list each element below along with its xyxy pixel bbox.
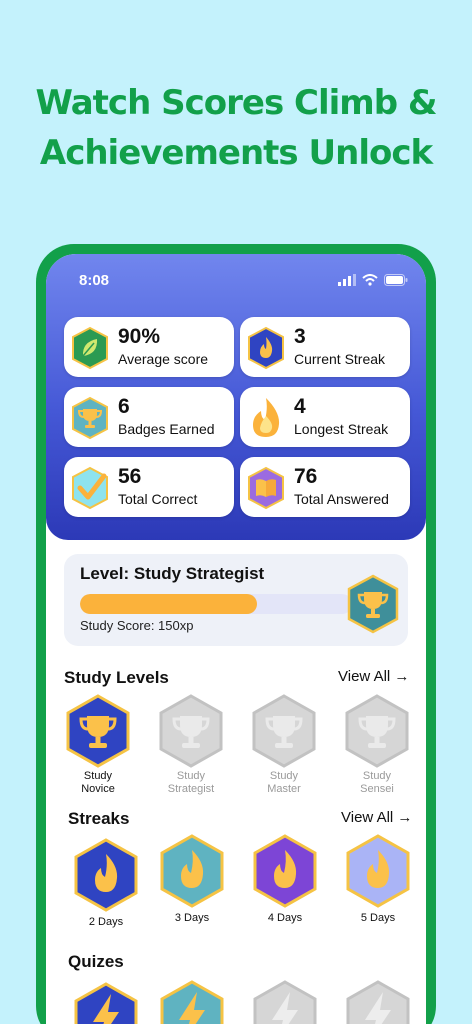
streak-label: 4 Days xyxy=(267,912,303,924)
badge-label-line-1: Study xyxy=(83,770,113,782)
stat-label: Average score xyxy=(118,351,209,367)
stat-value: 3 xyxy=(294,325,306,348)
headline: Watch Scores Climb & Achievements Unlock xyxy=(0,78,472,178)
quiz-badge-4[interactable] xyxy=(344,980,412,1024)
streak-label: 2 Days xyxy=(88,916,124,928)
streak-badge-4-days[interactable]: 4 Days xyxy=(251,834,319,925)
stat-label: Total Correct xyxy=(118,491,198,507)
lightning-icon xyxy=(253,980,317,1024)
flame-icon xyxy=(74,838,138,912)
lightning-icon xyxy=(160,980,224,1024)
trophy-icon xyxy=(347,574,399,634)
stat-card-average-score[interactable]: 90% Average score xyxy=(64,317,234,377)
badge-label-line-2: Sensei xyxy=(360,783,394,795)
trophy-icon xyxy=(159,694,223,768)
badge-label-line-2: Strategist xyxy=(167,783,215,795)
study-level-badge-novice[interactable]: Study Novice xyxy=(64,694,132,796)
stat-value: 56 xyxy=(118,465,142,488)
stat-card-total-answered[interactable]: 76 Total Answered xyxy=(240,457,410,517)
stat-card-badges-earned[interactable]: 6 Badges Earned xyxy=(64,387,234,447)
headline-line-1: Watch Scores Climb & xyxy=(35,83,437,123)
flame-icon xyxy=(248,326,284,370)
status-time: 8:08 xyxy=(79,272,110,289)
stat-label: Longest Streak xyxy=(294,421,389,437)
flame-icon xyxy=(253,398,280,437)
book-icon xyxy=(248,466,284,510)
streak-badge-2-days[interactable]: 2 Days xyxy=(72,838,140,929)
badge-label-line-1: Study xyxy=(176,770,206,782)
battery-icon xyxy=(384,274,408,286)
stat-label: Badges Earned xyxy=(118,421,215,437)
wifi-icon xyxy=(362,274,378,286)
quizzes-title: Quizes xyxy=(68,952,124,971)
streak-badge-5-days[interactable]: 5 Days xyxy=(344,834,412,925)
stat-value: 6 xyxy=(118,395,130,418)
trophy-icon xyxy=(66,694,130,768)
stat-value: 90% xyxy=(118,325,161,348)
study-level-badge-strategist[interactable]: Study Strategist xyxy=(157,694,225,796)
badge-label-line-2: Master xyxy=(267,783,301,795)
trophy-icon xyxy=(345,694,409,768)
study-level-badge-master[interactable]: Study Master xyxy=(250,694,318,796)
level-progress-fill xyxy=(80,594,257,614)
leaf-icon xyxy=(72,326,108,370)
quiz-badge-1[interactable] xyxy=(72,982,140,1024)
streak-label: 5 Days xyxy=(360,912,396,924)
stat-card-longest-streak[interactable]: 4 Longest Streak xyxy=(240,387,410,447)
trophy-icon xyxy=(252,694,316,768)
status-icons xyxy=(338,274,408,286)
stat-card-total-correct[interactable]: 56 Total Correct xyxy=(64,457,234,517)
level-title: Level: Study Strategist xyxy=(80,564,265,583)
signal-icon xyxy=(338,274,356,286)
streaks-title: Streaks xyxy=(68,809,130,828)
badge-label-line-2: Novice xyxy=(81,783,115,795)
stat-label: Total Answered xyxy=(294,491,389,507)
level-card[interactable]: Level: Study Strategist Study Score: 150… xyxy=(64,554,408,646)
stat-card-current-streak[interactable]: 3 Current Streak xyxy=(240,317,410,377)
phone-frame: 8:08 90% Average score 3 Current Streak … xyxy=(36,244,436,1024)
study-levels-view-all-link[interactable]: View All → xyxy=(338,668,409,685)
stat-value: 4 xyxy=(294,395,306,418)
stat-label: Current Streak xyxy=(294,351,386,367)
app-screen: 8:08 90% Average score 3 Current Streak … xyxy=(46,254,426,1024)
checkmark-icon xyxy=(72,466,108,510)
badge-label-line-1: Study xyxy=(362,770,392,782)
level-score: Study Score: 150xp xyxy=(80,618,194,633)
streak-badge-3-days[interactable]: 3 Days xyxy=(158,834,226,925)
flame-icon xyxy=(346,834,410,908)
study-levels-title: Study Levels xyxy=(64,668,169,687)
lightning-icon xyxy=(346,980,410,1024)
flame-icon xyxy=(160,834,224,908)
streak-label: 3 Days xyxy=(174,912,210,924)
stats-header: 8:08 90% Average score 3 Current Streak … xyxy=(46,254,426,540)
badge-label-line-1: Study xyxy=(269,770,299,782)
quiz-badge-3[interactable] xyxy=(251,980,319,1024)
study-level-badge-sensei[interactable]: Study Sensei xyxy=(343,694,411,796)
lightning-icon xyxy=(74,982,138,1024)
flame-icon xyxy=(253,834,317,908)
streaks-view-all-link[interactable]: View All → xyxy=(341,809,412,826)
headline-line-2: Achievements Unlock xyxy=(39,133,433,173)
stat-value: 76 xyxy=(294,465,318,488)
level-progress-bar xyxy=(80,594,352,614)
quiz-badge-2[interactable] xyxy=(158,980,226,1024)
trophy-icon xyxy=(72,396,108,440)
